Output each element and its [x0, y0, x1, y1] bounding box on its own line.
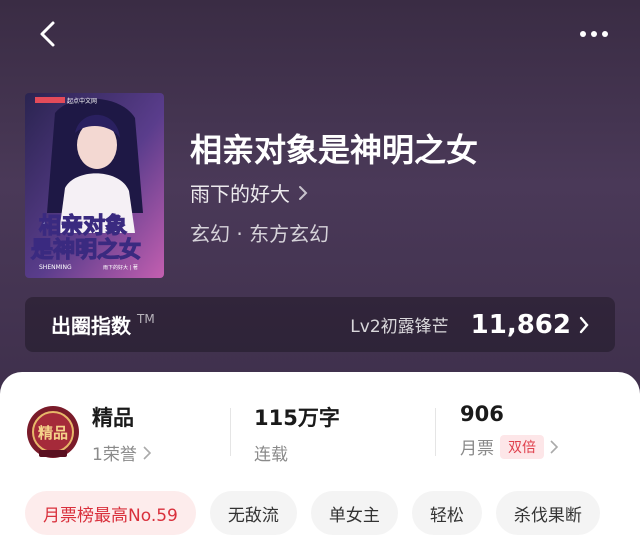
quality-medal-icon: 精品: [27, 406, 79, 458]
word-count: 115万字: [254, 406, 340, 430]
cover-pinyin: SHENMING: [39, 264, 72, 271]
ticket-label: 月票: [460, 439, 494, 459]
stat-divider: [230, 408, 231, 456]
quality-title: 精品: [92, 406, 134, 430]
tag-item[interactable]: 轻松: [411, 491, 482, 535]
tag-item[interactable]: 杀伐果断: [495, 491, 600, 535]
word-count-stat: 115万字 连载: [254, 402, 340, 465]
chevron-right-icon: [550, 439, 558, 454]
book-cover[interactable]: 起点中文网 相亲对象 是神明之女 SHENMING 雨下的好大 | 著: [25, 93, 164, 278]
quality-stat[interactable]: 精品 1荣誉: [92, 402, 151, 465]
double-badge: 双倍: [500, 434, 544, 459]
chevron-right-icon: [299, 185, 308, 200]
tag-list: 月票榜最高No.59 无敌流 单女主 轻松 杀伐果断: [25, 491, 600, 535]
index-level: Lv2初露锋芒: [350, 317, 449, 337]
tag-ranking[interactable]: 月票榜最高No.59: [25, 491, 196, 535]
cover-artwork: 起点中文网 相亲对象 是神明之女 SHENMING 雨下的好大 | 著: [25, 93, 164, 278]
tag-item[interactable]: 无敌流: [209, 491, 297, 535]
author-name: 雨下的好大: [190, 182, 290, 206]
cover-title-line1: 相亲对象: [39, 213, 127, 239]
honor-count: 1荣誉: [92, 445, 137, 465]
book-genre: 玄幻 · 东方玄幻: [190, 222, 330, 246]
book-title: 相亲对象是神明之女: [190, 131, 479, 169]
chevron-right-icon: [579, 316, 589, 333]
trademark-mark: TM: [137, 311, 155, 326]
index-value: 11,862: [470, 309, 571, 340]
back-button[interactable]: [30, 16, 66, 52]
ticket-count: 906: [460, 402, 504, 426]
author-link[interactable]: 雨下的好大: [190, 178, 308, 207]
monthly-ticket-stat[interactable]: 906 月票 双倍: [460, 402, 558, 459]
chevron-right-icon: [143, 445, 151, 460]
medal-text: 精品: [38, 424, 68, 442]
chevron-left-icon: [40, 21, 55, 47]
cover-title-line2: 是神明之女: [31, 237, 141, 263]
cover-author-tag: 雨下的好大 | 著: [103, 264, 138, 271]
index-label: 出圈指数: [51, 314, 131, 338]
more-dots-icon: [580, 31, 608, 37]
publisher-tag: 起点中文网: [67, 97, 97, 105]
popularity-index-bar[interactable]: 出圈指数 TM Lv2初露锋芒 11,862: [25, 297, 615, 352]
serial-status: 连载: [254, 445, 288, 465]
stat-divider: [435, 408, 436, 456]
tag-item[interactable]: 单女主: [310, 491, 398, 535]
more-button[interactable]: [572, 20, 616, 48]
